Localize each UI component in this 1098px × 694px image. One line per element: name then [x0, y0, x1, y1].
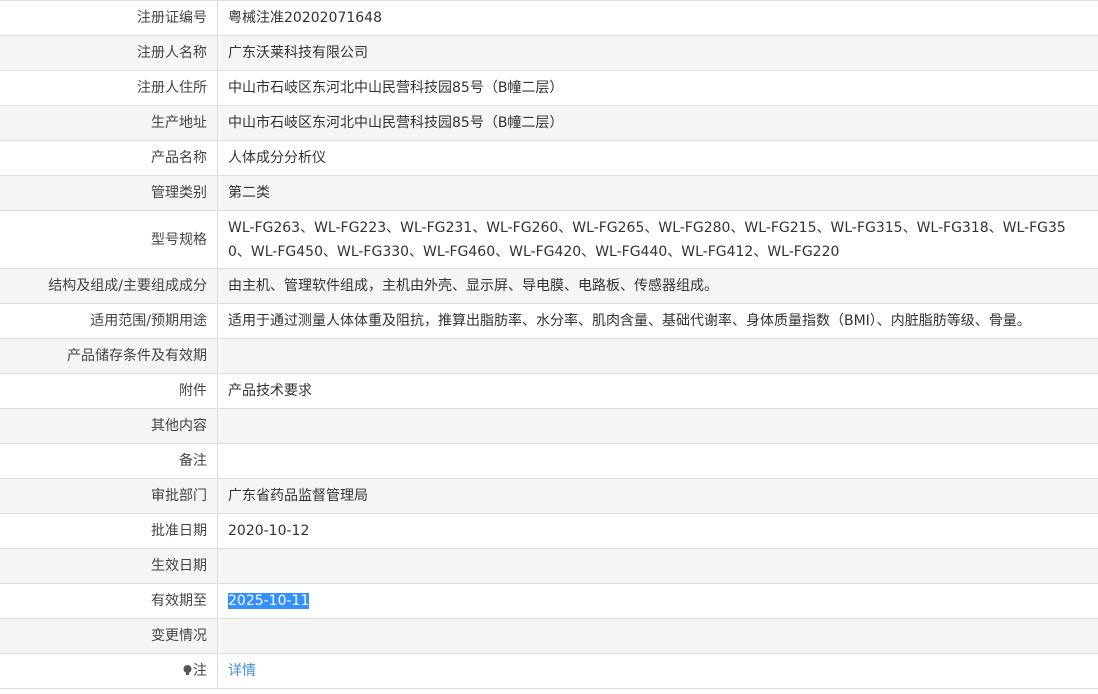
value-text: 中山市石岐区东河北中山民营科技园85号（B幢二层）: [228, 80, 564, 96]
value-text: 由主机、管理软件组成，主机由外壳、显示屏、导电膜、电路板、传感器组成。: [228, 278, 718, 294]
value-text: 广东沃莱科技有限公司: [228, 45, 368, 61]
row-value: 第二类: [217, 175, 1098, 211]
row-label: 生产地址: [0, 105, 218, 141]
row-value: 广东省药品监督管理局: [217, 478, 1098, 514]
label-text: 批准日期: [151, 523, 207, 539]
table-row: 结构及组成/主要组成成分 由主机、管理软件组成，主机由外壳、显示屏、导电膜、电路板…: [0, 268, 1098, 304]
row-value: 人体成分分析仪: [217, 140, 1098, 176]
label-text: 注: [193, 663, 207, 679]
label-text: 有效期至: [151, 593, 207, 609]
row-value: 产品技术要求: [217, 373, 1098, 409]
row-value: 由主机、管理软件组成，主机由外壳、显示屏、导电膜、电路板、传感器组成。: [217, 268, 1098, 304]
label-text: 注册人住所: [137, 80, 207, 96]
table-row: 生效日期: [0, 548, 1098, 584]
label-text: 生产地址: [151, 115, 207, 131]
row-value: 详情: [217, 653, 1098, 689]
row-label: 结构及组成/主要组成成分: [0, 268, 218, 304]
row-label: 产品储存条件及有效期: [0, 338, 218, 374]
value-text: 第二类: [228, 185, 270, 201]
row-value: [217, 408, 1098, 444]
row-value: [217, 443, 1098, 479]
row-value: WL-FG263、WL-FG223、WL-FG231、WL-FG260、WL-F…: [217, 210, 1098, 269]
label-text: 注册人名称: [137, 45, 207, 61]
label-text: 管理类别: [151, 185, 207, 201]
value-text: 适用于通过测量人体体重及阻抗，推算出脂肪率、水分率、肌肉含量、基础代谢率、身体质…: [228, 313, 1031, 329]
row-label: 其他内容: [0, 408, 218, 444]
registration-detail-table: 注册证编号 粤械注准20202071648 注册人名称 广东沃莱科技有限公司注册人住所…: [0, 0, 1098, 689]
table-row: 注册人名称 广东沃莱科技有限公司: [0, 35, 1098, 71]
table-row: 变更情况: [0, 618, 1098, 654]
label-text: 附件: [179, 383, 207, 399]
label-text: 产品名称: [151, 150, 207, 166]
row-label: 注册证编号: [0, 0, 218, 36]
row-label: 审批部门: [0, 478, 218, 514]
label-text: 变更情况: [151, 628, 207, 644]
label-text: 结构及组成/主要组成成分: [48, 278, 207, 294]
table-row: 注册证编号 粤械注准20202071648: [0, 0, 1098, 36]
row-value: 适用于通过测量人体体重及阻抗，推算出脂肪率、水分率、肌肉含量、基础代谢率、身体质…: [217, 303, 1098, 339]
label-text: 备注: [179, 453, 207, 469]
table-row: 附件 产品技术要求: [0, 373, 1098, 409]
row-value: 2020-10-12: [217, 513, 1098, 549]
value-text: 中山市石岐区东河北中山民营科技园85号（B幢二层）: [228, 115, 564, 131]
row-value: 广东沃莱科技有限公司: [217, 35, 1098, 71]
row-value: 中山市石岐区东河北中山民营科技园85号（B幢二层）: [217, 105, 1098, 141]
label-text: 其他内容: [151, 418, 207, 434]
row-label: 生效日期: [0, 548, 218, 584]
value-text: 粤械注准20202071648: [228, 10, 382, 26]
table-row: 管理类别 第二类: [0, 175, 1098, 211]
table-row: 备注: [0, 443, 1098, 479]
row-label: 管理类别: [0, 175, 218, 211]
label-text: 审批部门: [151, 488, 207, 504]
value-text: 2020-10-12: [228, 523, 310, 539]
table-row: 生产地址 中山市石岐区东河北中山民营科技园85号（B幢二层）: [0, 105, 1098, 141]
label-text: 型号规格: [151, 231, 207, 248]
table-row: 审批部门 广东省药品监督管理局: [0, 478, 1098, 514]
label-text: 适用范围/预期用途: [90, 313, 207, 329]
details-link[interactable]: 详情: [228, 663, 256, 679]
row-value: [217, 618, 1098, 654]
row-value: [217, 338, 1098, 374]
label-text: 生效日期: [151, 558, 207, 574]
row-label: 附件: [0, 373, 218, 409]
label-text: 产品储存条件及有效期: [67, 348, 207, 364]
table-row: 注册人住所 中山市石岐区东河北中山民营科技园85号（B幢二层）: [0, 70, 1098, 106]
lightbulb-icon: [183, 660, 192, 675]
table-row: 产品储存条件及有效期: [0, 338, 1098, 374]
row-label: 备注: [0, 443, 218, 479]
table-row: 有效期至 2025-10-11: [0, 583, 1098, 619]
row-label: 产品名称: [0, 140, 218, 176]
value-text: WL-FG263、WL-FG223、WL-FG231、WL-FG260、WL-F…: [228, 219, 1066, 260]
row-label: 注册人住所: [0, 70, 218, 106]
row-value: 粤械注准20202071648: [217, 0, 1098, 36]
row-label: 注: [0, 653, 218, 689]
value-text: 广东省药品监督管理局: [228, 488, 368, 504]
row-value: 中山市石岐区东河北中山民营科技园85号（B幢二层）: [217, 70, 1098, 106]
table-row: 批准日期 2020-10-12: [0, 513, 1098, 549]
table-row: 适用范围/预期用途 适用于通过测量人体体重及阻抗，推算出脂肪率、水分率、肌肉含量、…: [0, 303, 1098, 339]
value-text: 产品技术要求: [228, 383, 312, 399]
table-row: 其他内容: [0, 408, 1098, 444]
table-row: 产品名称 人体成分分析仪: [0, 140, 1098, 176]
table-row: 型号规格 WL-FG263、WL-FG223、WL-FG231、WL-FG260、…: [0, 210, 1098, 269]
table-row: 注 详情: [0, 653, 1098, 689]
row-value: [217, 548, 1098, 584]
value-text: 人体成分分析仪: [228, 150, 326, 166]
row-value: 2025-10-11: [217, 583, 1098, 619]
row-label: 变更情况: [0, 618, 218, 654]
row-label: 有效期至: [0, 583, 218, 619]
row-label: 注册人名称: [0, 35, 218, 71]
label-text: 注册证编号: [137, 10, 207, 26]
row-label: 批准日期: [0, 513, 218, 549]
value-text: 2025-10-11: [228, 593, 310, 609]
row-label: 适用范围/预期用途: [0, 303, 218, 339]
row-label: 型号规格: [0, 210, 218, 269]
